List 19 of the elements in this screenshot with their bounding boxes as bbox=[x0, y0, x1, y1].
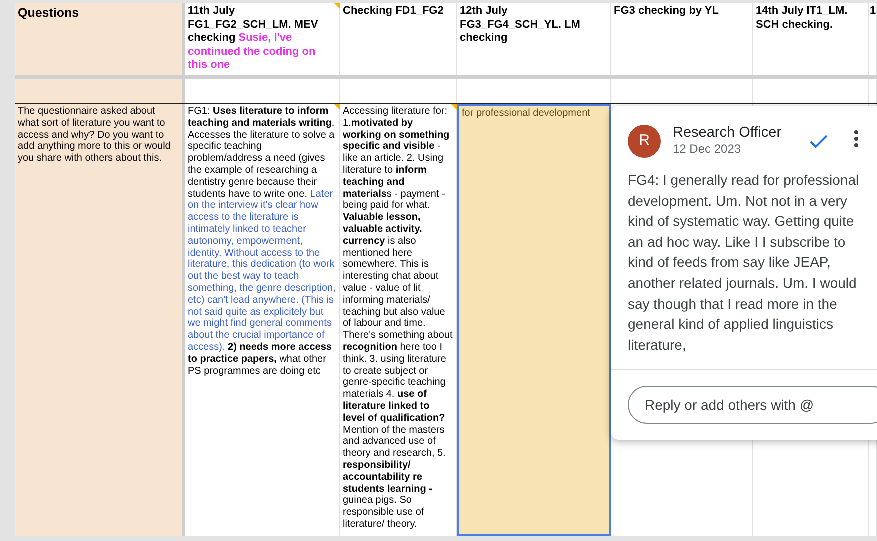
reply-field[interactable]: Reply or add others with @ bbox=[628, 386, 877, 424]
comment-body: FG4: I generally read for professional development. Um. Not not in a very kind of systematic way. Getting quite an ad hoc way. Like I I subscribe to kind of feeds from say like JEAP, another related journals. Um. I would say though that I read more in the general kind of applied linguistics literature, bbox=[628, 171, 860, 355]
column-header: 12th July FG3_FG4_SCH_YL. LM checking bbox=[457, 3, 611, 75]
table-cell: FG1: Uses literature to inform teaching and materials writing. Accesses the literature to solve a specific teaching problem/address a need (gives the example of researching a dentistry genre because their students have to write one. Later on the interview it's clear how access to the literature is intimately linked to teacher autonomy, empowerment, identity. Without access to the literature, this dedication (to work out the best way to teach something, the genre description, etc) can't lead anywhere. (This is not said quite as explicitely but we might find general comments about the crucial importance of access). 2) needs more access to practice papers, what other PS programmes are doing etc bbox=[185, 104, 340, 536]
table-cell: The questionnaire asked about what sort of literature you want to access and why? Do you want to add anything more to this or would you share with others about this. bbox=[15, 104, 185, 536]
column-header: 1 bbox=[869, 3, 877, 75]
table-cell: Accessing literature for: 1.motivated by working on something specific and visible - like an article. 2. Using literature to inform teaching and materialss - payment - being paid for what. Valuable lesson, valuable activity. currency is also mentioned here somewhere. This is interesting chat about value - value of lit informing materials/ teaching but also value of labour and time. There's something about recognition here too I think. 3. using literature to create subject or genre-specific teaching materials 4. use of literature linked to level of qualification? Mention of the masters and advanced use of theory and research, 5. responsibility/ accountability re students learning - guinea pigs. So responsible use of literature/ theory. bbox=[340, 104, 457, 536]
comment-author: Research Officer bbox=[673, 125, 782, 142]
selected-cell[interactable]: for professional development bbox=[457, 104, 611, 536]
column-header: 14th July IT1_LM. SCH checking. bbox=[753, 3, 869, 75]
comment-marker-icon bbox=[334, 3, 340, 9]
column-header: Checking FD1_FG2 bbox=[340, 3, 457, 75]
avatar: R bbox=[628, 125, 661, 158]
column-header: Questions bbox=[15, 3, 185, 75]
column-header: FG3 checking by YL bbox=[611, 3, 753, 75]
comment-date: 12 Dec 2023 bbox=[673, 142, 742, 157]
column-header: 11th July FG1_FG2_SCH_LM. MEV checking Susie, I've continued the coding on this one bbox=[185, 3, 340, 75]
checkmark-icon[interactable] bbox=[810, 135, 828, 149]
more-options-icon[interactable] bbox=[854, 130, 859, 148]
